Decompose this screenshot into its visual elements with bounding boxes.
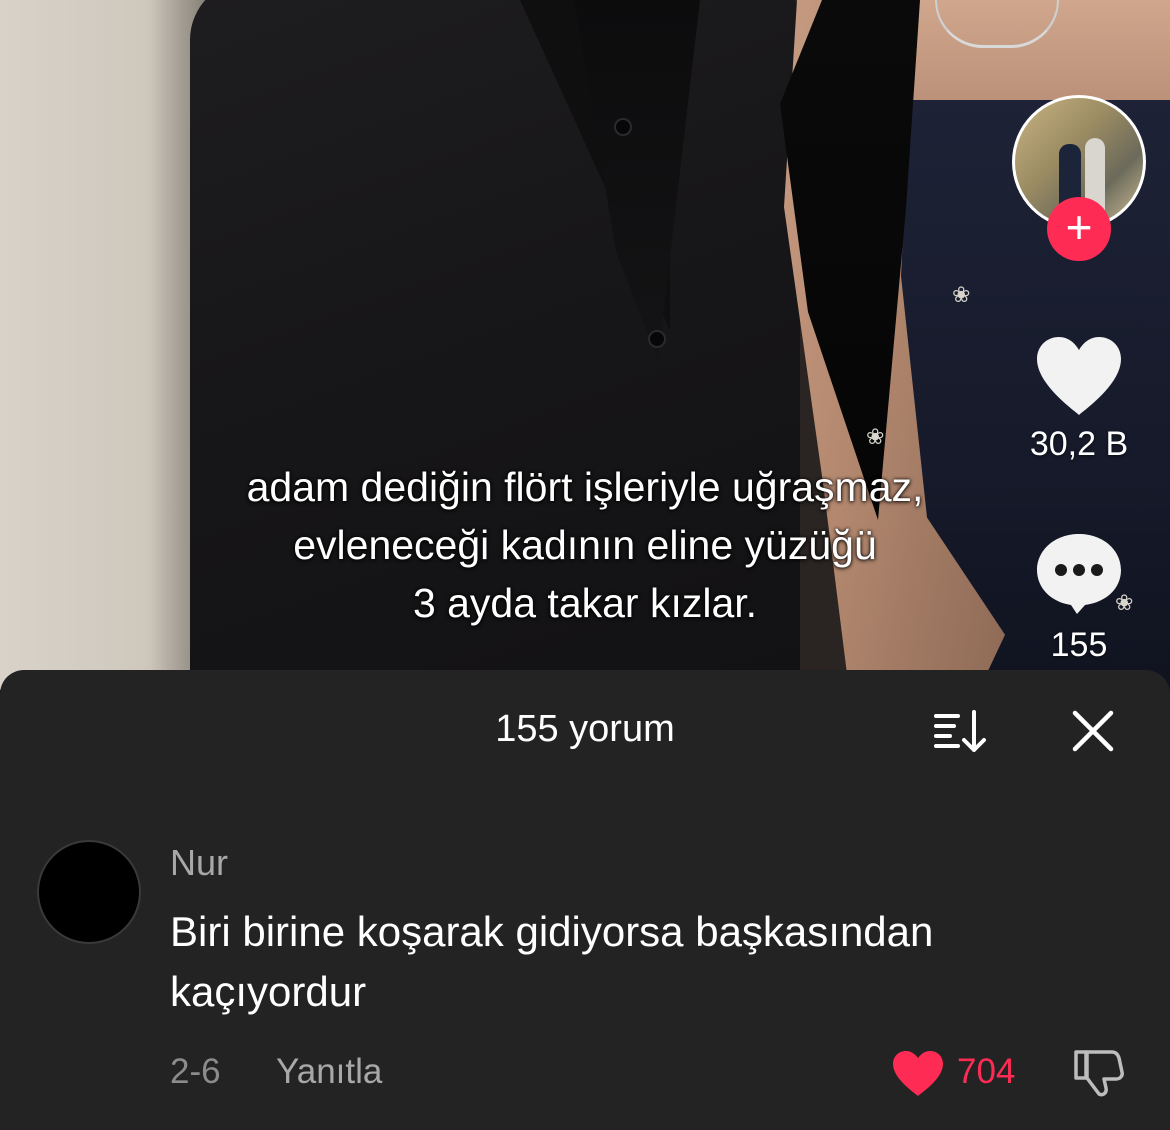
video-caption: adam dediğin flört işleriyle uğraşmaz, e… (150, 458, 1020, 632)
comments-title: 155 yorum (495, 708, 675, 750)
suit-button (648, 330, 666, 348)
follow-button[interactable]: + (1047, 197, 1111, 261)
close-icon[interactable] (1070, 708, 1116, 754)
heart-icon[interactable] (1033, 335, 1125, 417)
dress-jewel: ❀ (866, 424, 885, 449)
sort-icon[interactable] (932, 710, 988, 754)
comment-date: 2-6 (170, 1052, 221, 1091)
comment-like-count: 704 (957, 1052, 1016, 1091)
comment-count: 155 (1050, 626, 1108, 664)
like-count: 30,2 B (1029, 425, 1129, 463)
reply-button[interactable]: Yanıtla (276, 1052, 382, 1092)
caption-line: evleneceği kadının eline yüzüğü (293, 522, 877, 568)
caption-line: 3 ayda takar kızlar. (412, 580, 758, 626)
heart-icon[interactable] (891, 1050, 945, 1098)
comment-username[interactable]: Nur (170, 842, 228, 884)
avatar[interactable] (37, 840, 141, 944)
dress-jewel: ❀ (952, 282, 971, 307)
comments-sheet: 155 yorum Nur Biri birine koşarak gidiyo… (0, 670, 1170, 1130)
comment-text: Biri birine koşarak gidiyorsa başkasında… (170, 908, 934, 1015)
video-player[interactable]: ❀ ❀ ❀ adam dediğin flört işleriyle uğraş… (0, 0, 1170, 690)
thumbs-down-icon[interactable] (1072, 1048, 1124, 1098)
caption-line: adam dediğin flört işleriyle uğraşmaz, (246, 464, 924, 510)
speech-bubble-icon[interactable] (1033, 530, 1125, 616)
shirt-button (614, 118, 632, 136)
